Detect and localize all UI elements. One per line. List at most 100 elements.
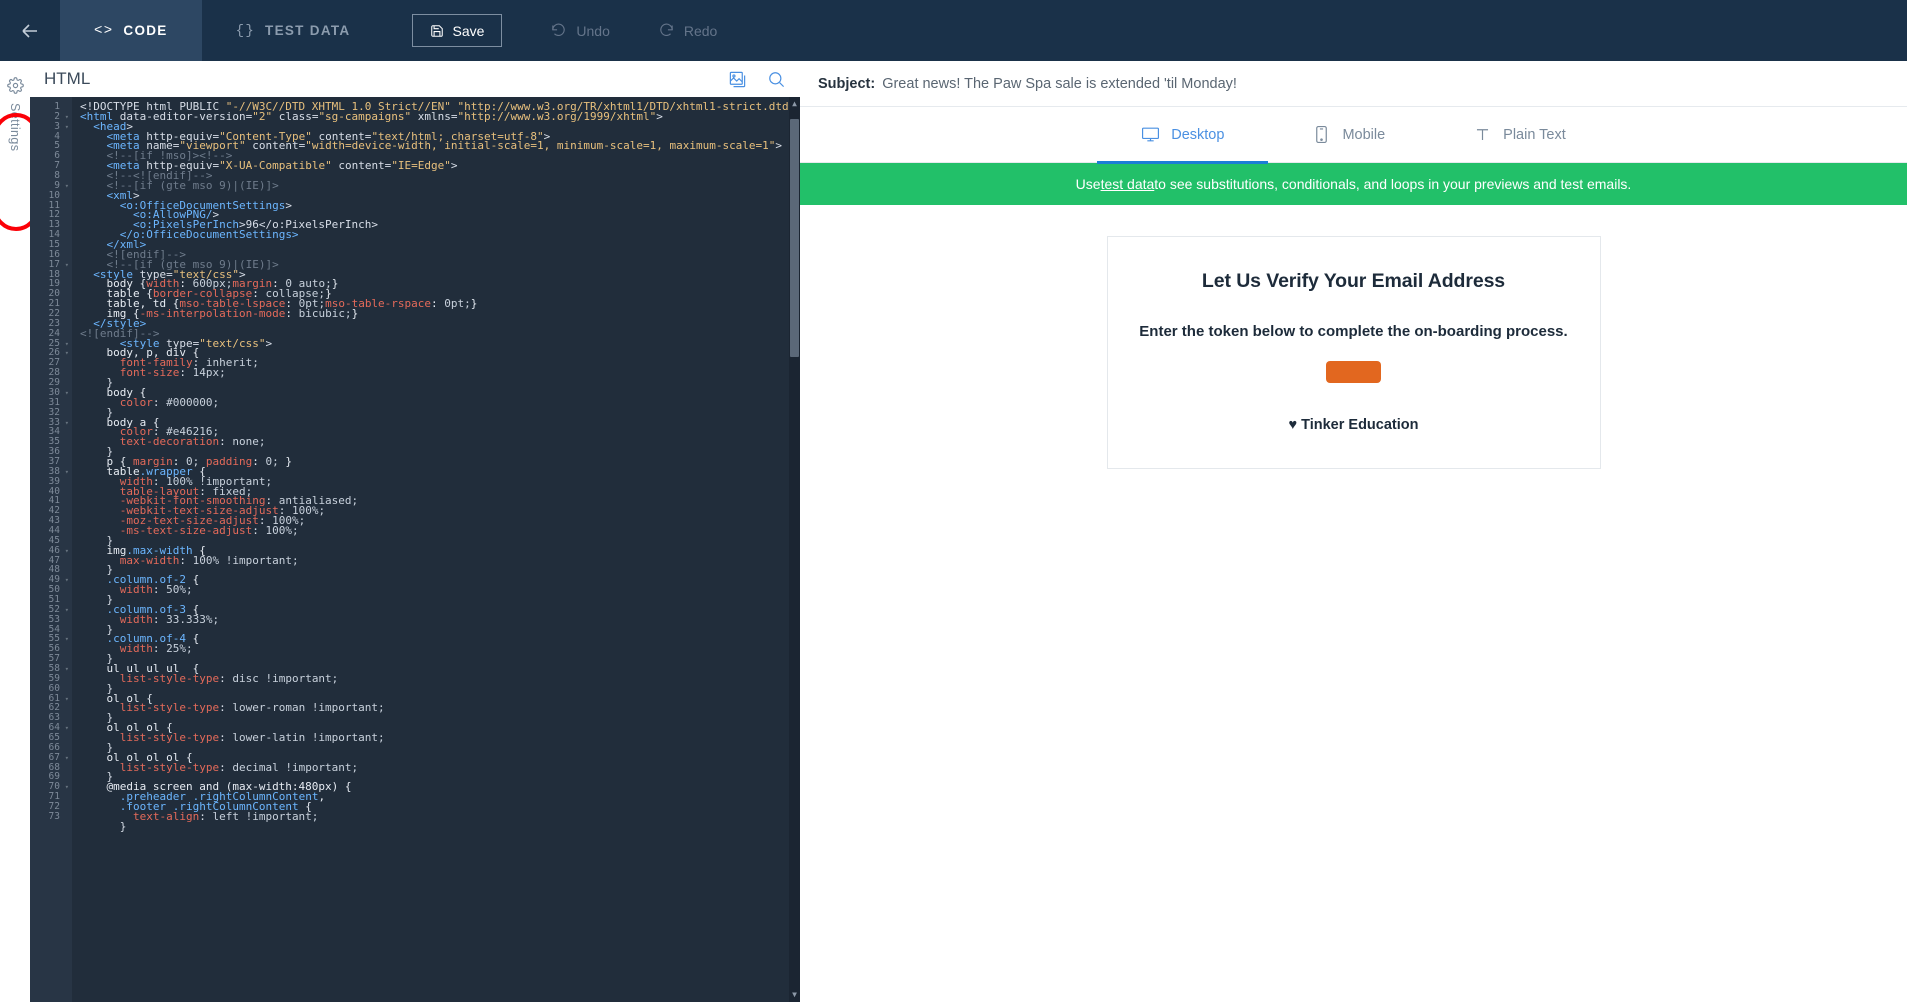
code-line: text-decoration: none; bbox=[119, 435, 266, 449]
code-line: </o:OfficeDocumentSettings> bbox=[119, 228, 299, 242]
email-preview-pane: Subject: Great news! The Paw Spa sale is… bbox=[800, 61, 1907, 1005]
fold-arrow-icon[interactable]: ▾ bbox=[65, 261, 69, 271]
fold-arrow-icon[interactable]: ▾ bbox=[65, 724, 69, 734]
code-line: list-style-type: disc !important; bbox=[119, 671, 339, 685]
fold-arrow-icon[interactable]: ▾ bbox=[65, 606, 69, 616]
fold-arrow-icon[interactable]: ▾ bbox=[65, 547, 69, 557]
code-line: width: 33.333%; bbox=[119, 612, 220, 626]
fold-arrow-icon[interactable]: ▾ bbox=[65, 182, 69, 192]
scroll-down-icon[interactable]: ▼ bbox=[790, 990, 799, 1000]
undo-label: Undo bbox=[576, 22, 610, 39]
phone-icon bbox=[1316, 125, 1328, 144]
code-line: } bbox=[106, 405, 114, 419]
fold-arrow-icon[interactable]: ▾ bbox=[65, 754, 69, 764]
code-line: list-style-type: lower-latin !important; bbox=[119, 731, 385, 744]
tab-test-data[interactable]: {} TEST DATA bbox=[202, 0, 385, 61]
back-button[interactable] bbox=[0, 0, 60, 61]
search-icon[interactable] bbox=[767, 70, 786, 89]
editor-title: HTML bbox=[44, 69, 91, 88]
back-arrow-icon bbox=[22, 23, 37, 38]
tab-code-label: CODE bbox=[123, 23, 168, 38]
editor-header-icons bbox=[728, 61, 786, 97]
code-line: } bbox=[106, 711, 114, 725]
fold-arrow-icon[interactable]: ▾ bbox=[65, 695, 69, 705]
code-line: text-align: left !important; bbox=[132, 809, 319, 823]
code-line: } bbox=[119, 819, 127, 833]
tab-desktop[interactable]: Desktop bbox=[1097, 107, 1269, 164]
banner-suffix: to see substitutions, conditionals, and … bbox=[1154, 176, 1632, 192]
code-line: } bbox=[106, 376, 114, 390]
save-button[interactable]: Save bbox=[412, 14, 503, 47]
sidebar-item-settings[interactable]: Settings bbox=[0, 61, 39, 1002]
floppy-disk-icon bbox=[431, 24, 444, 37]
insert-image-icon[interactable] bbox=[728, 70, 747, 89]
code-brackets-icon: <> bbox=[94, 22, 114, 39]
test-data-link[interactable]: test data bbox=[1101, 176, 1155, 192]
tab-mobile[interactable]: Mobile bbox=[1268, 107, 1429, 163]
top-toolbar: <> CODE {} TEST DATA Save Undo Redo bbox=[0, 0, 1907, 61]
code-editor[interactable]: 1 2 ▾ 3 ▾ 4 5 6 7 8 9 ▾ 10 11 12 13 14 15 16 17 ▾ 18 19 20 21 22 2… bbox=[30, 97, 800, 1002]
email-cta-button[interactable] bbox=[1326, 361, 1381, 383]
fold-arrow-icon[interactable]: ▾ bbox=[65, 113, 69, 123]
code-content[interactable]: <!DOCTYPE html PUBLIC "-//W3C//DTD XHTML… bbox=[72, 97, 800, 1002]
code-line: color: #000000; bbox=[119, 395, 220, 409]
scrollbar-thumb[interactable] bbox=[790, 119, 799, 357]
redo-button[interactable]: Redo bbox=[634, 22, 741, 39]
fold-arrow-icon[interactable]: ▾ bbox=[65, 123, 69, 133]
email-footer: ♥ Tinker Education bbox=[1128, 417, 1580, 433]
email-body-card: Let Us Verify Your Email Address Enter t… bbox=[1106, 236, 1601, 469]
redo-arrow-icon bbox=[660, 23, 673, 36]
code-line: <!--[if (gte mso 9)|(IE)]> bbox=[106, 178, 279, 192]
code-line: img {-ms-interpolation-mode: bicubic;} bbox=[106, 307, 359, 321]
subject-label: Subject: bbox=[818, 75, 876, 92]
fold-arrow-icon[interactable]: ▾ bbox=[65, 635, 69, 645]
fold-arrow-icon[interactable]: ▾ bbox=[65, 468, 69, 478]
tab-test-data-label: TEST DATA bbox=[265, 23, 351, 38]
settings-label: Settings bbox=[8, 103, 22, 152]
tab-desktop-label: Desktop bbox=[1171, 126, 1225, 143]
code-line: font-size: 14px; bbox=[119, 366, 226, 380]
tab-plain-text-label: Plain Text bbox=[1503, 126, 1566, 143]
test-data-banner: Use test data to see substitutions, cond… bbox=[800, 163, 1907, 205]
code-line: </style> bbox=[93, 316, 147, 330]
code-line: } bbox=[106, 681, 114, 695]
redo-label: Redo bbox=[683, 22, 718, 39]
banner-prefix: Use bbox=[1075, 176, 1101, 192]
text-icon bbox=[1477, 129, 1489, 141]
undo-arrow-icon bbox=[552, 23, 566, 36]
line-number-gutter: 1 2 ▾ 3 ▾ 4 5 6 7 8 9 ▾ 10 11 12 13 14 15 16 17 ▾ 18 19 20 21 22 2… bbox=[30, 97, 72, 1002]
scroll-up-icon[interactable]: ▲ bbox=[790, 99, 799, 109]
fold-arrow-icon[interactable]: ▾ bbox=[65, 389, 69, 399]
subject-bar: Subject: Great news! The Paw Spa sale is… bbox=[800, 61, 1907, 107]
email-footer-text: Tinker Education bbox=[1301, 417, 1419, 433]
undo-button[interactable]: Undo bbox=[526, 22, 633, 39]
heart-icon: ♥ bbox=[1288, 417, 1298, 433]
save-label: Save bbox=[452, 22, 485, 39]
editor-header: HTML bbox=[30, 61, 800, 97]
code-line: list-style-type: lower-roman !important; bbox=[119, 701, 385, 715]
code-line: <html data-editor-version="2" class="sg-… bbox=[80, 109, 663, 123]
fold-arrow-icon[interactable]: ▾ bbox=[65, 419, 69, 429]
monitor-icon bbox=[1142, 127, 1160, 142]
line-number: 73 bbox=[48, 810, 60, 822]
fold-arrow-icon[interactable]: ▾ bbox=[65, 783, 69, 793]
subject-value: Great news! The Paw Spa sale is extended… bbox=[882, 75, 1237, 92]
tab-code[interactable]: <> CODE bbox=[60, 0, 202, 61]
code-line: width: 25%; bbox=[119, 642, 193, 656]
tab-mobile-label: Mobile bbox=[1342, 126, 1386, 143]
email-subheading: Enter the token below to complete the on… bbox=[1139, 323, 1568, 340]
fold-arrow-icon[interactable]: ▾ bbox=[65, 576, 69, 586]
code-editor-pane: HTML 1 2 ▾ 3 ▾ 4 5 6 7 8 9 ▾ 10 11 12 13 14 15 16 17 ▾ 18 19 20… bbox=[30, 61, 800, 1002]
fold-arrow-icon[interactable]: ▾ bbox=[65, 340, 69, 350]
tab-plain-text[interactable]: Plain Text bbox=[1429, 107, 1610, 163]
code-line: list-style-type: decimal !important; bbox=[119, 760, 359, 774]
editor-scrollbar[interactable]: ▲ ▼ bbox=[789, 97, 800, 1002]
code-line: max-width: 100% !important; bbox=[119, 553, 299, 567]
fold-arrow-icon[interactable]: ▾ bbox=[65, 665, 69, 675]
curly-braces-icon: {} bbox=[235, 22, 256, 39]
device-tab-bar: Desktop Mobile Plain Text bbox=[800, 107, 1907, 164]
email-heading: Let Us Verify Your Email Address bbox=[1201, 270, 1506, 292]
fold-arrow-icon[interactable]: ▾ bbox=[65, 349, 69, 359]
gear-icon bbox=[6, 77, 24, 94]
code-line: </xml> bbox=[106, 238, 147, 252]
